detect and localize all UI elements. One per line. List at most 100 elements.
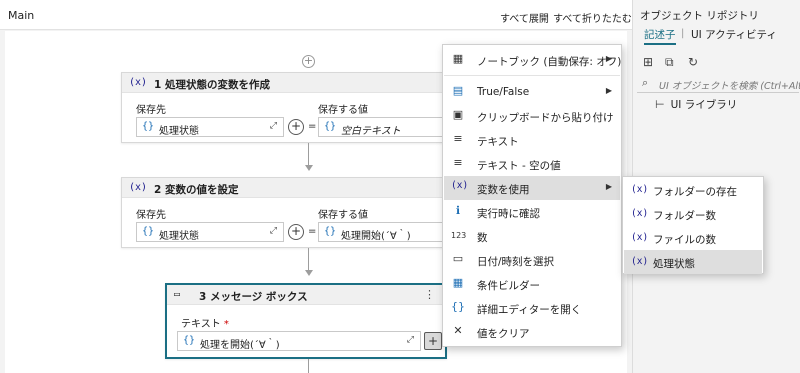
value-text: 空白テキスト (341, 126, 401, 137)
chevron-right-icon: ▶ (605, 54, 612, 63)
menu-item-true-false[interactable]: ▤ True/False ▶ (444, 80, 620, 104)
plus-menu-button[interactable]: + (288, 224, 304, 240)
search-icon: ⌕ (642, 76, 649, 89)
submenu-item-file-count[interactable]: (x) ファイルの数 (624, 226, 762, 250)
expand-editor-icon[interactable]: ⤢ (270, 226, 277, 236)
variables-submenu: (x) フォルダーの存在 (x) フォルダー数 (x) ファイルの数 (x) 処… (622, 176, 764, 274)
connector-line (308, 248, 309, 270)
more-options-icon[interactable]: ⋮ (424, 288, 435, 301)
value-text: 処理開始(´∀｀) (341, 231, 411, 242)
variable-icon: (x) (631, 208, 649, 219)
ui-library-item[interactable]: ⊢ UI ライブラリ (655, 97, 737, 112)
submenu-item-label: フォルダー数 (653, 210, 716, 222)
activity-header: (x) 1 処理状態の変数を作成 (122, 73, 450, 93)
text-label: テキスト * (181, 319, 229, 330)
menu-item-use-variable[interactable]: (x) 変数を使用 ▶ (444, 176, 620, 200)
menu-item-clear-value[interactable]: ✕ 値をクリア (444, 320, 620, 344)
value-label: 保存する値 (318, 210, 368, 221)
activity-create-variable[interactable]: (x) 1 処理状態の変数を作成 保存先 保存する値 {} 処理状態 ⤢ + =… (121, 72, 451, 143)
arrow-down-icon (305, 165, 313, 171)
activity-title: 2 変数の値を設定 (154, 184, 239, 196)
message-box-icon: ▭ (174, 289, 181, 300)
menu-item-ask-runtime[interactable]: ℹ 実行時に確認 (444, 200, 620, 224)
add-activity-icon[interactable]: + (302, 55, 315, 68)
variable-icon: (x) (631, 184, 649, 195)
copy-icon[interactable]: ⧉ (665, 55, 674, 70)
menu-item-label: ノートブック (自動保存: オフ) (477, 56, 622, 68)
submenu-item-label: 処理状態 (653, 258, 695, 270)
expression-icon: {} (324, 121, 337, 132)
activity-message-box[interactable]: ▭ 3 メッセージ ボックス ⋮ テキスト * {} 処理を開始(´∀｀) ⤢ … (165, 283, 447, 359)
expand-editor-icon[interactable]: ⤢ (270, 121, 277, 131)
clear-icon: ✕ (453, 324, 463, 337)
number-icon: 123 (451, 231, 467, 240)
submenu-item-label: ファイルの数 (653, 234, 716, 246)
target-field[interactable]: {} 処理状態 ⤢ (136, 222, 284, 242)
equals-sign: = (308, 121, 317, 132)
target-value: 処理状態 (159, 231, 199, 242)
value-field[interactable]: {} 空白テキスト (318, 117, 450, 137)
submenu-item-folder-exists[interactable]: (x) フォルダーの存在 (624, 178, 762, 202)
designer-header: Main すべて展開 すべて折りたたむ (0, 0, 632, 30)
chevron-right-icon: ▶ (605, 182, 612, 191)
menu-item-label: 詳細エディターを開く (477, 304, 582, 316)
plus-menu-button[interactable]: + (424, 332, 442, 350)
menu-item-condition-builder[interactable]: ▦ 条件ビルダー (444, 272, 620, 296)
plus-menu-button[interactable]: + (288, 119, 304, 135)
menu-item-label: 日付/時刻を選択 (477, 256, 555, 268)
condition-builder-icon: ▦ (452, 276, 464, 289)
variable-icon: (x) (451, 180, 469, 191)
menu-item-label: クリップボードから貼り付け (477, 112, 614, 124)
expression-icon: {} (183, 335, 196, 346)
menu-item-text[interactable]: ≡ テキスト (444, 128, 620, 152)
studio-window: Main すべて展開 すべて折りたたむ ⌃ + (x) 1 処理状態の変数を作成… (0, 0, 800, 373)
menu-item-label: 値をクリア (477, 328, 530, 340)
tab-ui-activities[interactable]: UI アクティビティ (691, 27, 777, 42)
menu-item-notebook[interactable]: ▦ ノートブック (自動保存: オフ) ▶ (444, 48, 622, 72)
text-value: 処理を開始(´∀｀) (200, 340, 280, 351)
menu-item-paste-clipboard[interactable]: ▣ クリップボードから貼り付け (444, 104, 620, 128)
menu-item-date-time[interactable]: ▭ 日付/時刻を選択 (444, 248, 620, 272)
activity-title: 1 処理状態の変数を作成 (154, 79, 270, 91)
activity-header: (x) 2 変数の値を設定 (122, 178, 450, 198)
value-label: 保存する値 (318, 105, 368, 116)
submenu-item-label: フォルダーの存在 (653, 186, 737, 198)
ui-library-label: UI ライブラリ (670, 99, 738, 111)
variable-icon: (x) (129, 182, 148, 193)
submenu-item-folder-count[interactable]: (x) フォルダー数 (624, 202, 762, 226)
add-icon[interactable]: ⊞ (643, 55, 653, 69)
boolean-icon: ▤ (452, 84, 464, 97)
variable-icon: (x) (631, 232, 649, 243)
menu-item-text-empty[interactable]: ≡ テキスト - 空の値 (444, 152, 620, 176)
menu-item-number[interactable]: 123 数 (444, 224, 620, 248)
activity-set-variable[interactable]: (x) 2 変数の値を設定 保存先 保存する値 {} 処理状態 ⤢ + = {}… (121, 177, 451, 248)
context-menu: ▦ ノートブック (自動保存: オフ) ▶ ▤ True/False ▶ ▣ ク… (442, 44, 622, 347)
notebook-icon: ▦ (452, 52, 464, 65)
search-placeholder: UI オブジェクトを検索 (Ctrl+Alt+O) (659, 81, 800, 92)
object-search-input[interactable]: ⌕ UI オブジェクトを検索 (Ctrl+Alt+O) (637, 75, 800, 93)
refresh-icon[interactable]: ↻ (688, 55, 698, 69)
expression-icon: {} (324, 226, 337, 237)
equals-sign: = (308, 226, 317, 237)
expand-all-link[interactable]: すべて展開 (500, 10, 549, 25)
expand-editor-icon[interactable]: ⤢ (407, 335, 414, 345)
text-icon: ≡ (453, 156, 463, 169)
variable-icon: (x) (631, 256, 649, 267)
value-field[interactable]: {} 処理開始(´∀｀) (318, 222, 450, 242)
menu-item-label: 条件ビルダー (477, 280, 540, 292)
collapse-all-link[interactable]: すべて折りたたむ (553, 10, 632, 25)
menu-item-advanced-editor[interactable]: {} 詳細エディターを開く (444, 296, 620, 320)
target-field[interactable]: {} 処理状態 ⤢ (136, 117, 284, 137)
expression-icon: {} (142, 121, 155, 132)
variable-icon: (x) (129, 77, 148, 88)
workflow-title: Main (8, 9, 35, 22)
menu-separator (444, 75, 620, 76)
text-field[interactable]: {} 処理を開始(´∀｀) ⤢ (177, 331, 421, 351)
braces-icon: {} (451, 300, 465, 313)
tab-descriptors[interactable]: 記述子 (644, 27, 676, 45)
submenu-item-process-state[interactable]: (x) 処理状態 (624, 250, 762, 274)
arrow-down-icon (305, 270, 313, 276)
menu-item-label: テキスト (477, 136, 519, 148)
tree-icon: ⊢ (655, 98, 665, 111)
menu-item-label: 数 (477, 232, 488, 244)
